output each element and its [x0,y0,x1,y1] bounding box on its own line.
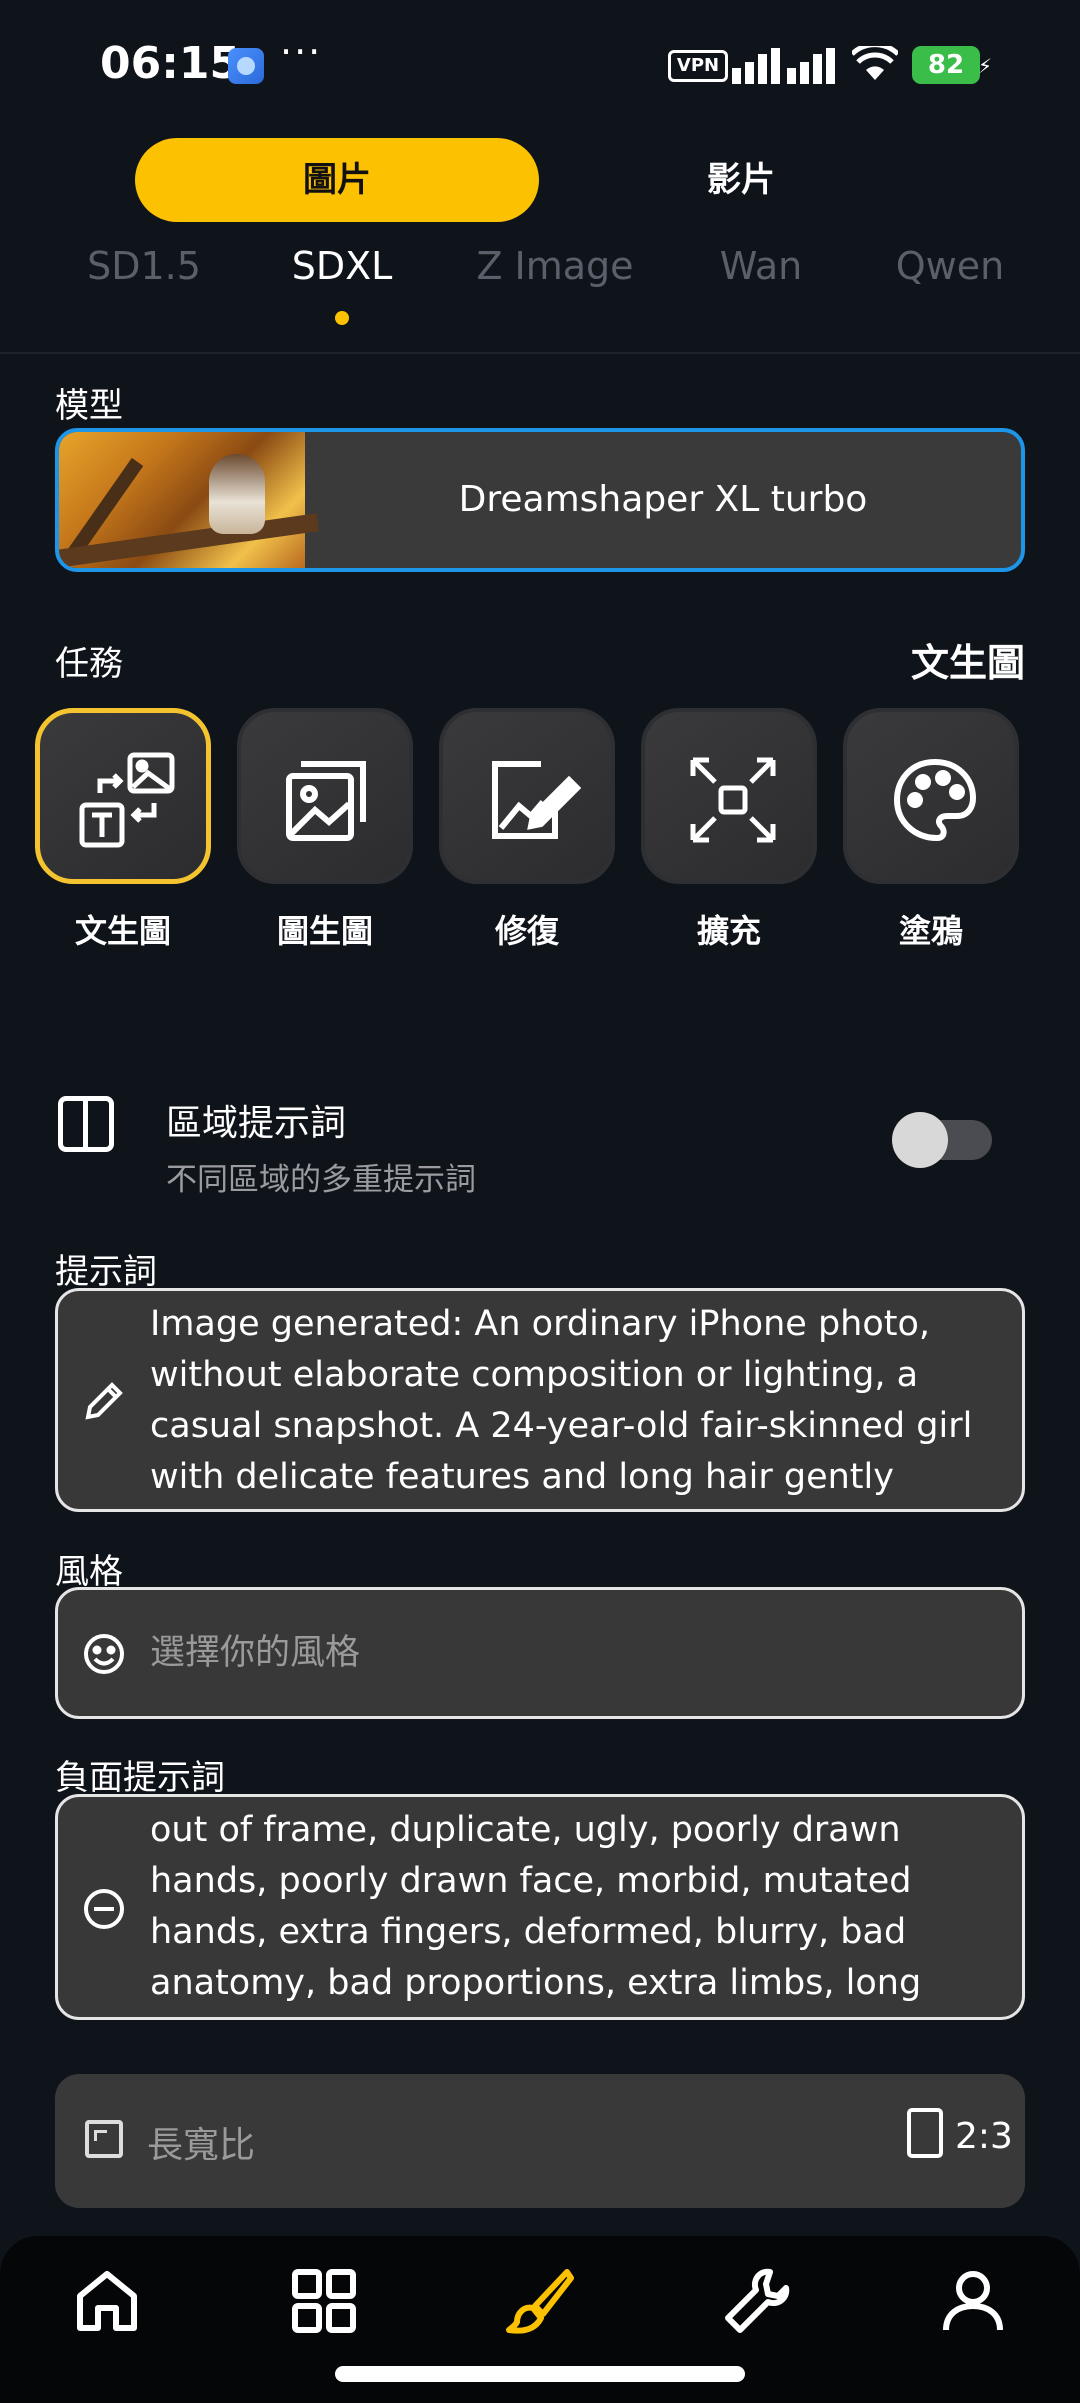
pencil-icon [85,1382,123,1420]
wrench-icon [725,2268,790,2333]
tab-wan[interactable]: Wan [671,244,851,288]
vpn-icon: VPN [668,50,728,82]
task-tile[interactable] [843,708,1019,884]
wifi-icon [852,46,898,80]
portrait-frame-icon [907,2108,943,2158]
tab-sdxl[interactable]: SDXL [252,244,432,288]
home-indicator[interactable] [335,2366,745,2382]
brush-icon [506,2269,574,2334]
aspect-ratio-value: 2:3 [955,2116,1013,2157]
outpaint-icon [690,757,776,843]
minus-circle-icon [84,1889,124,1929]
task-tile[interactable] [237,708,413,884]
split-panel-icon [58,1096,114,1152]
header-divider [0,352,1080,354]
task-label-text: 修復 [494,912,559,950]
image-to-image-icon [286,761,366,841]
task-tile[interactable] [439,708,615,884]
tab-z-image[interactable]: Z Image [465,244,645,288]
tab-sd15[interactable]: SD1.5 [54,244,234,288]
image-mode-button[interactable]: 圖片 [135,138,539,222]
nav-gallery[interactable] [289,2266,359,2336]
model-family-tabs: SD1.5 SDXL Z Image Wan Qwen [0,244,1080,334]
regional-prompt-toggle[interactable] [892,1112,992,1168]
task-label-text: 塗鴉 [898,912,963,950]
toggle-knob [892,1112,948,1168]
palette-icon [893,758,977,842]
task-tile[interactable] [35,708,211,884]
regional-prompt-title: 區域提示詞 [166,1103,347,1144]
smiley-icon [84,1634,124,1674]
prompt-field[interactable]: Image generated: An ordinary iPhone phot… [55,1288,1025,1512]
nav-create[interactable] [505,2266,575,2336]
model-selector[interactable]: Dreamshaper XL turbo [55,428,1025,572]
negative-prompt-field[interactable]: out of frame, duplicate, ugly, poorly dr… [55,1794,1025,2020]
nav-home[interactable] [72,2266,142,2336]
nav-tools[interactable] [722,2266,792,2336]
style-label: 風格 [55,1552,123,1592]
aspect-ratio-selector[interactable]: 長寬比 2:3 [55,2074,1025,2208]
inpaint-icon [492,761,581,839]
aspect-ratio-label: 長寬比 [147,2125,256,2166]
task-label-text: 圖生圖 [276,912,373,950]
prompt-label: 提示詞 [55,1252,157,1292]
task-inpaint[interactable]: 修復 [439,708,615,952]
battery-icon: 82 [912,46,980,84]
tab-qwen[interactable]: Qwen [860,244,1040,288]
style-placeholder: 選擇你的風格 [150,1633,361,1673]
status-bar: 06:15 ··· VPN 82 ⚡ [0,0,1080,130]
model-thumbnail [59,432,319,568]
notification-app-icon [228,48,264,84]
task-image-to-image[interactable]: 圖生圖 [237,708,413,952]
more-notifications-icon: ··· [280,30,323,74]
negative-prompt-label: 負面提示詞 [55,1758,225,1798]
profile-icon [943,2271,1003,2331]
signal-icon [732,48,835,84]
regional-prompt-subtitle: 不同區域的多重提示詞 [166,1162,476,1198]
style-field[interactable]: 選擇你的風格 [55,1587,1025,1719]
text-to-image-icon [79,752,175,848]
grid-icon [292,2269,356,2333]
nav-profile[interactable] [938,2266,1008,2336]
active-tab-indicator [335,311,349,325]
task-label: 任務 [55,644,123,684]
video-mode-button[interactable]: 影片 [539,138,943,222]
task-text-to-image[interactable]: 文生圖 [35,708,211,952]
prompt-text: Image generated: An ordinary iPhone phot… [150,1304,973,1497]
home-icon [77,2271,137,2331]
media-type-toggle: 圖片 影片 [135,138,945,222]
current-task: 文生圖 [910,641,1025,685]
aspect-ratio-icon [85,2120,123,2158]
task-label-text: 文生圖 [74,912,171,950]
task-tile[interactable] [641,708,817,884]
task-outpaint[interactable]: 擴充 [641,708,817,952]
model-name: Dreamshaper XL turbo [458,479,868,520]
status-time: 06:15 [100,38,241,89]
charging-icon: ⚡ [978,54,993,78]
app-screen: 06:15 ··· VPN 82 ⚡ 圖片 影片 SD1.5 SDXL Z Im… [0,0,1080,2403]
task-label-text: 擴充 [696,912,761,950]
task-doodle[interactable]: 塗鴉 [843,708,1019,952]
negative-prompt-text: out of frame, duplicate, ugly, poorly dr… [150,1810,922,2003]
model-label: 模型 [55,386,123,426]
